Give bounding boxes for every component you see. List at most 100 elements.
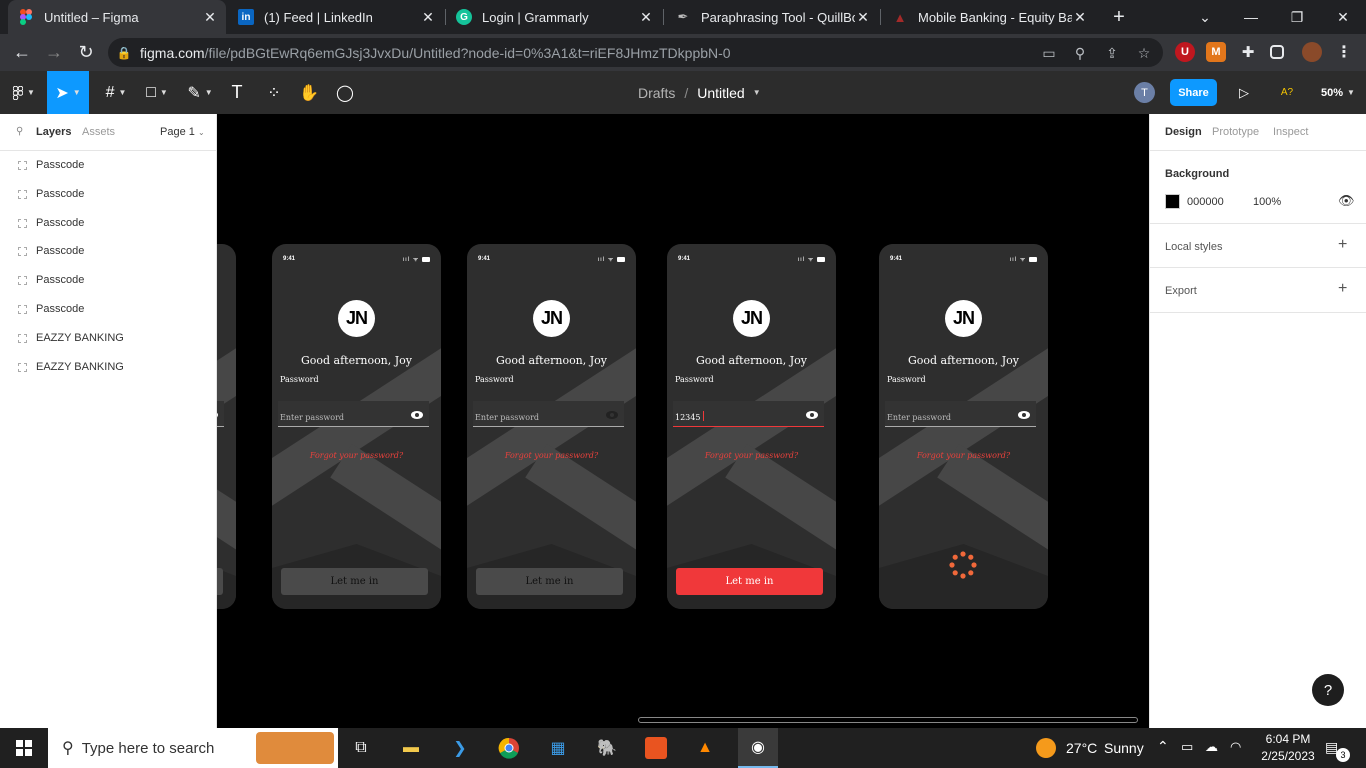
- figma-menu-icon[interactable]: ▼: [6, 71, 42, 114]
- visibility-eye-icon[interactable]: 👁: [1338, 193, 1355, 209]
- passcode-frame[interactable]: 9:41 ııl ᯤ JN Good afternoon, Joy Passwo…: [467, 244, 636, 609]
- eye-icon[interactable]: [1018, 411, 1030, 419]
- clock-date[interactable]: 2/25/2023: [1253, 749, 1323, 763]
- design-canvas[interactable]: 9:41 ııl ᯤ JN Good afternoon, Joy Passwo…: [217, 114, 1149, 728]
- search-icon[interactable]: ⚲: [16, 126, 23, 137]
- tab-assets[interactable]: Assets: [82, 126, 115, 138]
- horizontal-scrollbar[interactable]: [638, 717, 1138, 723]
- install-app-icon[interactable]: ▭: [1040, 45, 1058, 61]
- share-button[interactable]: Share: [1170, 79, 1217, 106]
- password-field[interactable]: [217, 401, 224, 427]
- vscode-icon[interactable]: ❯: [446, 734, 474, 762]
- taskbar-search-box[interactable]: ⚲ Type here to search: [48, 728, 338, 768]
- close-icon[interactable]: ✕: [638, 9, 654, 26]
- present-play-icon[interactable]: ▷: [1232, 71, 1256, 114]
- side-panel-icon[interactable]: [1270, 45, 1284, 59]
- tab-inspect[interactable]: Inspect: [1273, 126, 1308, 138]
- back-arrow-icon[interactable]: ←: [7, 37, 37, 67]
- background-hex[interactable]: 000000: [1187, 196, 1224, 208]
- wifi-icon[interactable]: ◠: [1230, 739, 1241, 755]
- ubuntu-icon[interactable]: [642, 734, 670, 762]
- postgresql-icon[interactable]: 🐘: [593, 734, 621, 762]
- share-page-icon[interactable]: ⇪: [1103, 45, 1121, 61]
- tab-equity[interactable]: ▲ Mobile Banking - Equity Bank ✕: [882, 0, 1096, 34]
- tab-figma[interactable]: Untitled – Figma ✕: [8, 0, 226, 34]
- more-menu-icon[interactable]: ⋮: [1334, 42, 1354, 62]
- let-me-in-button[interactable]: Let me in: [476, 568, 623, 595]
- profile-avatar[interactable]: [1302, 42, 1322, 62]
- color-swatch[interactable]: [1165, 194, 1180, 209]
- weather-temperature[interactable]: 27°C: [1066, 740, 1097, 756]
- onedrive-icon[interactable]: ☁: [1205, 739, 1218, 755]
- vlc-icon[interactable]: ▲: [691, 734, 719, 762]
- windows-start-icon[interactable]: [10, 734, 38, 762]
- zoom-dropdown[interactable]: 50% ▼: [1316, 71, 1360, 114]
- restore-button[interactable]: ❐: [1274, 0, 1320, 34]
- page-selector[interactable]: Page 1 ⌄: [160, 126, 205, 138]
- layer-item[interactable]: Passcode: [0, 237, 216, 265]
- sunny-weather-icon[interactable]: [1036, 738, 1056, 758]
- chrome-active-window-icon[interactable]: ◉: [738, 728, 778, 768]
- layer-item[interactable]: EAZZY BANKING: [0, 324, 216, 352]
- eye-icon[interactable]: [606, 411, 618, 419]
- ublock-extension-icon[interactable]: U: [1175, 42, 1195, 62]
- task-view-icon[interactable]: ⧉: [347, 734, 375, 762]
- close-icon[interactable]: ✕: [420, 9, 436, 26]
- password-field[interactable]: 12345: [673, 401, 824, 427]
- layer-item[interactable]: Passcode: [0, 266, 216, 294]
- eye-icon[interactable]: [217, 411, 218, 419]
- tab-search-chevron-icon[interactable]: ⌄: [1182, 0, 1228, 34]
- file-explorer-icon[interactable]: ▬: [397, 734, 425, 762]
- move-tool-icon[interactable]: ➤ ▼: [47, 71, 89, 114]
- close-icon[interactable]: ✕: [202, 9, 218, 26]
- forgot-password-link[interactable]: Forgot your password?: [272, 451, 441, 460]
- shape-tool-icon[interactable]: □ ▼: [140, 71, 174, 114]
- chrome-icon[interactable]: [495, 734, 523, 762]
- extensions-puzzle-icon[interactable]: ✚: [1238, 42, 1258, 62]
- let-me-in-button[interactable]: Let me in: [281, 568, 428, 595]
- hand-tool-icon[interactable]: ✋: [297, 71, 321, 114]
- metamask-extension-icon[interactable]: M: [1206, 42, 1226, 62]
- forward-arrow-icon[interactable]: →: [39, 37, 69, 67]
- tab-prototype[interactable]: Prototype: [1212, 126, 1259, 138]
- pen-tool-icon[interactable]: ✎ ▼: [183, 71, 217, 114]
- chevron-down-icon[interactable]: ▼: [753, 88, 761, 97]
- layer-item[interactable]: Passcode: [0, 295, 216, 323]
- passcode-frame[interactable]: 9:41 ııl ᯤ JN Good afternoon, Joy Passwo…: [272, 244, 441, 609]
- tab-quillbot[interactable]: ✒ Paraphrasing Tool - QuillBot ✕: [665, 0, 879, 34]
- zoom-magnifier-icon[interactable]: ⚲: [1071, 45, 1089, 61]
- eye-icon[interactable]: [806, 411, 818, 419]
- file-name[interactable]: Untitled: [697, 85, 744, 101]
- tab-layers[interactable]: Layers: [36, 126, 71, 138]
- close-icon[interactable]: ✕: [1072, 9, 1088, 26]
- bookmark-star-icon[interactable]: ☆: [1135, 45, 1153, 61]
- passcode-frame-partial[interactable]: [217, 244, 236, 609]
- layer-item[interactable]: Passcode: [0, 209, 216, 237]
- forgot-password-link[interactable]: Forgot your password?: [667, 451, 836, 460]
- user-avatar[interactable]: T: [1134, 82, 1155, 103]
- let-me-in-button[interactable]: Let me in: [676, 568, 823, 595]
- layer-item[interactable]: Passcode: [0, 180, 216, 208]
- help-button[interactable]: ?: [1312, 674, 1344, 706]
- background-opacity[interactable]: 100%: [1253, 196, 1281, 208]
- eye-icon[interactable]: [411, 411, 423, 419]
- password-field[interactable]: Enter password: [473, 401, 624, 427]
- add-local-style-button[interactable]: +: [1338, 236, 1347, 254]
- address-bar[interactable]: 🔒 figma.com /file/pdBGtEwRq6emGJsj3JvxDu…: [108, 38, 1163, 67]
- clock-time[interactable]: 6:04 PM: [1256, 732, 1320, 746]
- chevron-up-icon[interactable]: ⌃: [1157, 738, 1169, 755]
- new-tab-button[interactable]: +: [1096, 0, 1142, 34]
- tab-design[interactable]: Design: [1165, 126, 1202, 138]
- frame-tool-icon[interactable]: # ▼: [99, 71, 133, 114]
- layer-item[interactable]: Passcode: [0, 151, 216, 179]
- tab-grammarly[interactable]: G Login | Grammarly ✕: [446, 0, 662, 34]
- drafts-link[interactable]: Drafts: [638, 85, 675, 101]
- accessibility-plugin-icon[interactable]: A?: [1274, 71, 1300, 114]
- passcode-frame[interactable]: 9:41 ııl ᯤ JN Good afternoon, Joy Passwo…: [879, 244, 1048, 609]
- minimize-button[interactable]: —: [1228, 0, 1274, 34]
- tab-linkedin[interactable]: in (1) Feed | LinkedIn ✕: [228, 0, 444, 34]
- add-export-button[interactable]: +: [1338, 280, 1347, 298]
- password-field[interactable]: Enter password: [278, 401, 429, 427]
- close-icon[interactable]: ✕: [855, 9, 871, 26]
- passcode-frame[interactable]: 9:41 ııl ᯤ JN Good afternoon, Joy Passwo…: [667, 244, 836, 609]
